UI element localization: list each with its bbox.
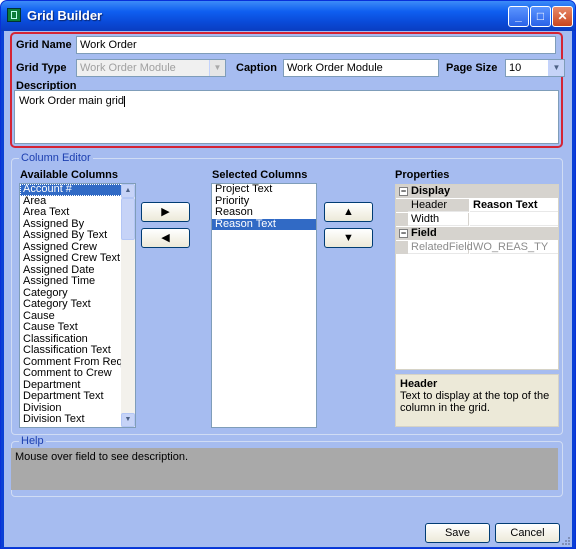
help-text-area: Mouse over field to see description. (11, 448, 558, 490)
available-column-item[interactable]: Comment to Crew (20, 368, 135, 380)
move-up-button[interactable]: ▲ (324, 202, 373, 222)
resize-grip-icon[interactable] (560, 535, 570, 545)
scroll-up-icon[interactable]: ▲ (121, 184, 135, 198)
available-column-item[interactable]: Category Text (20, 299, 135, 311)
available-column-item[interactable]: Cause (20, 311, 135, 323)
property-relatedfield-row[interactable]: RelatedField WO_REAS_TY (396, 241, 558, 254)
available-column-item[interactable]: Assigned By Text (20, 230, 135, 242)
available-column-item[interactable]: Cause Text (20, 322, 135, 334)
grid-settings-group: Grid Name Work Order Grid Type Work Orde… (10, 32, 565, 148)
available-column-item[interactable]: Assigned Crew (20, 242, 135, 254)
collapse-icon[interactable]: − (399, 187, 408, 196)
property-relatedfield-name: RelatedField (408, 241, 473, 254)
property-help-title: Header (400, 378, 438, 390)
category-field-label: Field (411, 227, 437, 239)
page-size-label: Page Size (446, 62, 498, 74)
scroll-thumb[interactable] (121, 198, 135, 240)
grid-builder-window: Grid Builder _ □ ✕ Grid Name Work Order … (0, 0, 576, 549)
property-header-value[interactable]: Reason Text (470, 199, 558, 212)
grid-type-label: Grid Type (16, 62, 67, 74)
available-column-item[interactable]: Division (20, 403, 135, 415)
grid-name-input[interactable]: Work Order (76, 36, 556, 54)
scroll-down-icon[interactable]: ▼ (121, 413, 135, 427)
property-help-panel: Header Text to display at the top of the… (395, 374, 559, 427)
available-column-item[interactable]: Area Text (20, 207, 135, 219)
maximize-button[interactable]: □ (530, 6, 551, 27)
property-width-value[interactable] (470, 213, 558, 226)
dialog-client-area: Grid Name Work Order Grid Type Work Orde… (4, 31, 572, 547)
property-width-name: Width (408, 213, 469, 226)
save-button[interactable]: Save (425, 523, 490, 543)
help-legend: Help (19, 435, 46, 447)
property-relatedfield-value[interactable]: WO_REAS_TY (470, 241, 558, 254)
property-header-row[interactable]: Header Reason Text (396, 199, 558, 212)
available-columns-scrollbar[interactable]: ▲ ▼ (121, 184, 135, 427)
available-column-item[interactable]: Classification (20, 334, 135, 346)
available-column-item[interactable]: Account # (20, 184, 135, 196)
available-columns-list[interactable]: Account # Area Area Text Assigned By Assigne… (19, 183, 136, 428)
minimize-button[interactable]: _ (508, 6, 529, 27)
caption-input[interactable]: Work Order Module (283, 59, 439, 77)
category-field[interactable]: − Field (396, 227, 558, 240)
grid-type-value: Work Order Module (80, 62, 176, 74)
selected-columns-label: Selected Columns (212, 169, 308, 181)
available-column-item[interactable]: Assigned Crew Text (20, 253, 135, 265)
property-help-text: Text to display at the top of the column… (400, 390, 550, 414)
available-column-item[interactable]: Comment From Reques (20, 357, 135, 369)
cancel-button[interactable]: Cancel (495, 523, 560, 543)
available-column-item[interactable]: Classification Text (20, 345, 135, 357)
available-column-item[interactable]: Department Text (20, 391, 135, 403)
properties-label: Properties (395, 169, 450, 181)
property-header-name: Header (408, 199, 469, 212)
close-button[interactable]: ✕ (552, 6, 573, 27)
property-grid[interactable]: − Display Header Reason Text Width − Fie… (395, 184, 559, 370)
add-column-button[interactable]: ▶ (141, 202, 190, 222)
category-display-label: Display (411, 185, 451, 197)
page-size-select[interactable]: 10 ▼ (505, 59, 565, 77)
window-title: Grid Builder (27, 8, 103, 23)
page-size-value: 10 (509, 62, 522, 74)
grid-type-select: Work Order Module ▼ (76, 59, 226, 77)
column-editor-legend: Column Editor (19, 152, 93, 164)
selected-column-item[interactable]: Reason (212, 207, 316, 219)
selected-column-item[interactable]: Priority (212, 196, 316, 208)
caption-label: Caption (236, 62, 277, 74)
available-column-item[interactable]: Assigned By (20, 219, 135, 231)
property-width-row[interactable]: Width (396, 213, 558, 226)
category-display[interactable]: − Display (396, 185, 558, 198)
available-columns-label: Available Columns (20, 169, 119, 181)
available-column-item[interactable]: Division Text (20, 414, 135, 426)
grid-name-label: Grid Name (16, 39, 72, 51)
description-textarea[interactable]: Work Order main grid (14, 90, 559, 144)
available-column-item[interactable]: Assigned Date (20, 265, 135, 277)
remove-column-button[interactable]: ◀ (141, 228, 190, 248)
title-bar[interactable]: Grid Builder _ □ ✕ (1, 1, 575, 31)
app-icon (7, 8, 21, 22)
collapse-icon[interactable]: − (399, 229, 408, 238)
chevron-down-icon: ▼ (209, 60, 225, 76)
selected-column-item[interactable]: Reason Text (212, 218, 316, 230)
description-text: Work Order main grid (19, 95, 124, 107)
available-column-item[interactable]: Assigned Time (20, 276, 135, 288)
chevron-down-icon[interactable]: ▼ (548, 60, 564, 76)
available-column-item[interactable]: Area (20, 196, 135, 208)
selected-columns-list[interactable]: Project Text Priority Reason Reason Text (211, 183, 317, 428)
available-column-item[interactable]: Category (20, 288, 135, 300)
selected-column-item[interactable]: Project Text (212, 184, 316, 196)
move-down-button[interactable]: ▼ (324, 228, 373, 248)
available-column-item[interactable]: Department (20, 380, 135, 392)
